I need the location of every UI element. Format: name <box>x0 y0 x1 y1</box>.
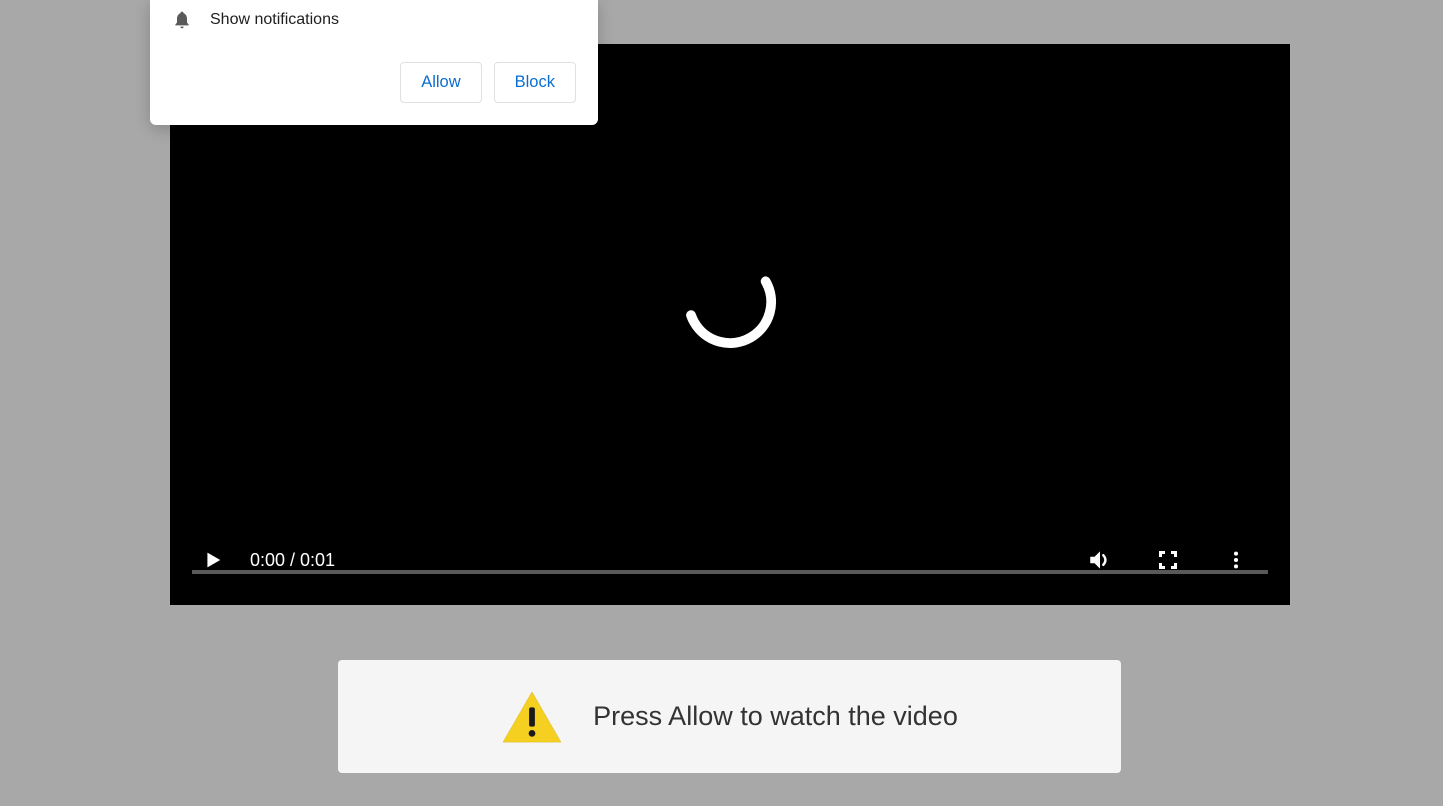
video-controls-bar: 0:00 / 0:01 <box>170 525 1290 605</box>
fullscreen-icon <box>1156 548 1180 572</box>
play-icon <box>201 549 223 571</box>
loading-spinner-container <box>681 252 779 355</box>
warning-triangle-icon <box>501 690 563 744</box>
block-button[interactable]: Block <box>494 62 576 103</box>
bell-icon <box>172 10 192 30</box>
instruction-text: Press Allow to watch the video <box>593 701 958 732</box>
notification-header: Show notifications <box>172 10 576 30</box>
video-time-display: 0:00 / 0:01 <box>250 550 335 571</box>
more-options-button[interactable] <box>1220 544 1252 576</box>
loading-spinner-icon <box>681 252 779 350</box>
volume-button[interactable] <box>1084 544 1116 576</box>
allow-button[interactable]: Allow <box>400 62 481 103</box>
play-button[interactable] <box>196 544 228 576</box>
volume-icon <box>1087 547 1113 573</box>
fullscreen-button[interactable] <box>1152 544 1184 576</box>
instruction-banner: Press Allow to watch the video <box>338 660 1121 773</box>
more-vertical-icon <box>1225 549 1247 571</box>
notification-prompt-text: Show notifications <box>210 11 339 29</box>
notification-permission-popup: Show notifications Allow Block <box>150 0 598 125</box>
notification-button-row: Allow Block <box>172 62 576 103</box>
video-player: 0:00 / 0:01 <box>170 44 1290 605</box>
